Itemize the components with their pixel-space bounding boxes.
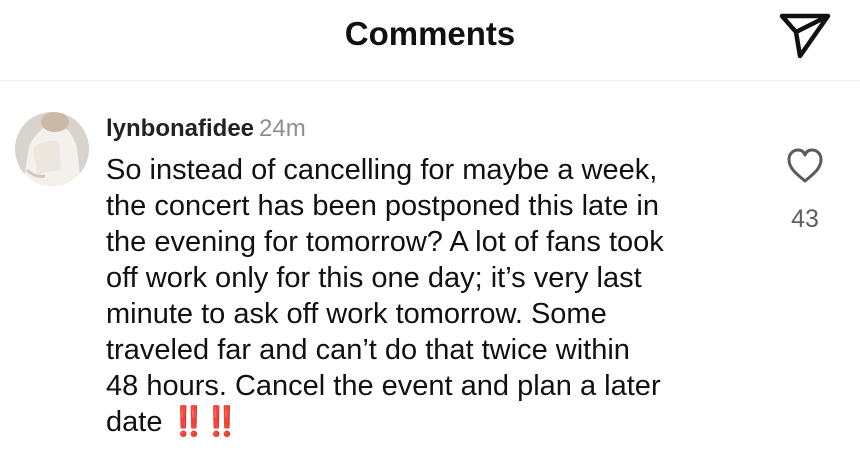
comments-header: Comments [0,0,860,81]
comment-meta: lynbonafidee 24m [106,114,306,144]
like-count: 43 [791,205,819,233]
comment-line: So instead of cancelling for maybe a wee… [106,154,658,186]
comment-line: the evening for tomorrow? A lot of fans … [106,226,664,258]
double-exclamation-emoji: ‼️‼️ [170,406,240,438]
comment-line: off work only for this one day; it’s ver… [106,262,642,294]
comment-last-line: date ‼️‼️ [106,404,756,440]
send-icon[interactable] [776,8,832,60]
comment-line: 48 hours. Cancel the event and plan a la… [106,370,661,402]
comment-line: minute to ask off work tomorrow. Some [106,298,607,330]
comment-line: the concert has been postponed this late… [106,190,659,222]
comment-line: traveled far and can’t do that twice wit… [106,334,630,366]
avatar[interactable] [15,112,89,186]
page-title: Comments [344,15,516,52]
comment-timestamp: 24m [259,115,306,142]
avatar-image [15,112,89,186]
comment-line: date [106,406,163,438]
heart-icon[interactable] [785,146,825,184]
comment-body: So instead of cancelling for maybe a wee… [106,152,756,440]
comment-username[interactable]: lynbonafidee [106,115,254,142]
